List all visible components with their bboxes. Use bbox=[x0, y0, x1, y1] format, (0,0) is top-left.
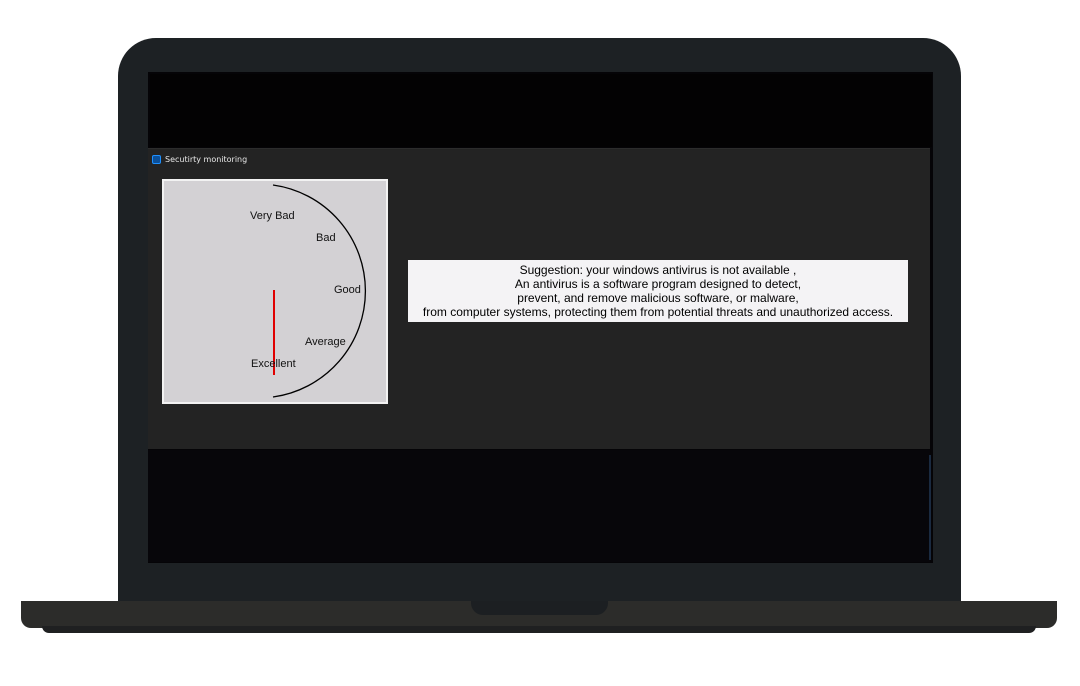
gauge-label-good: Good bbox=[334, 284, 361, 296]
gauge-label-excellent: Excellent bbox=[251, 358, 296, 370]
laptop-mockup: Secutirty monitoring Very Bad Bad Good A… bbox=[0, 0, 1080, 686]
laptop-opening-notch bbox=[471, 601, 608, 615]
suggestion-line: from computer systems, protecting them f… bbox=[422, 305, 894, 319]
window-titlebar[interactable]: Secutirty monitoring bbox=[148, 149, 930, 169]
screen-edge-divider bbox=[929, 455, 931, 560]
gauge-label-bad: Bad bbox=[316, 232, 336, 244]
laptop-base-shadow bbox=[42, 626, 1036, 633]
security-gauge-panel: Very Bad Bad Good Average Excellent bbox=[162, 179, 388, 404]
window-title: Secutirty monitoring bbox=[165, 154, 248, 164]
gauge-label-average: Average bbox=[305, 336, 346, 348]
suggestion-message: Suggestion: your windows antivirus is no… bbox=[408, 260, 908, 322]
security-monitoring-window: Secutirty monitoring Very Bad Bad Good A… bbox=[148, 148, 930, 449]
suggestion-line: prevent, and remove malicious software, … bbox=[517, 291, 799, 305]
gauge-label-very-bad: Very Bad bbox=[250, 210, 295, 222]
desktop-area-bottom bbox=[148, 450, 930, 562]
suggestion-line: An antivirus is a software program desig… bbox=[514, 277, 802, 291]
suggestion-line: Suggestion: your windows antivirus is no… bbox=[519, 263, 797, 277]
app-window-icon bbox=[152, 154, 161, 164]
desktop-area-top bbox=[150, 74, 932, 147]
